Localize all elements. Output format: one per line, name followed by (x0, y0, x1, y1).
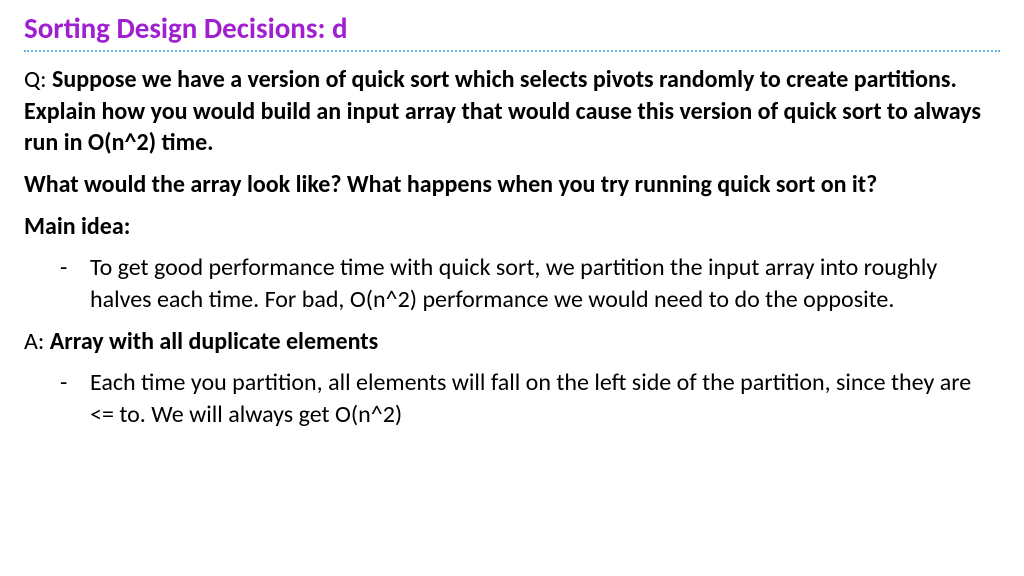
list-item: To get good performance time with quick … (60, 252, 1000, 315)
answer-heading: Array with all duplicate elements (50, 327, 378, 356)
main-idea-label: Main idea: (24, 211, 1000, 243)
main-idea-list: To get good performance time with quick … (24, 252, 1000, 315)
q-label: Q: (24, 65, 52, 94)
followup-question: What would the array look like? What hap… (24, 169, 1000, 201)
slide-title: Sorting Design Decisions: d (24, 10, 1000, 46)
list-item: Each time you partition, all elements wi… (60, 367, 1000, 430)
answer-paragraph: A: Array with all duplicate elements (24, 326, 1000, 358)
a-label: A: (24, 327, 50, 356)
question-paragraph: Q: Suppose we have a version of quick so… (24, 64, 1000, 159)
answer-list: Each time you partition, all elements wi… (24, 367, 1000, 430)
question-text: Suppose we have a version of quick sort … (24, 65, 981, 157)
title-divider (24, 50, 1000, 52)
